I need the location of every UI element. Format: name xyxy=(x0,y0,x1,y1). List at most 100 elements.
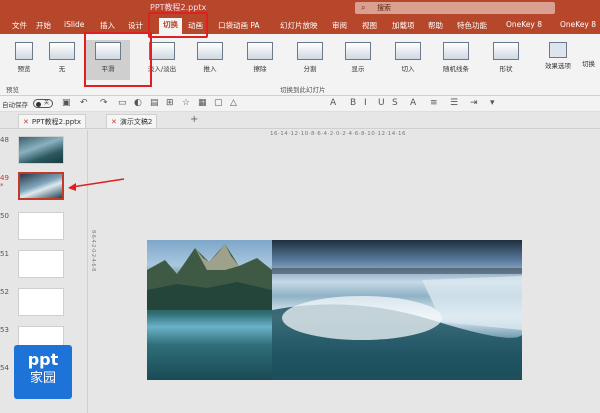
transition-button[interactable]: 无 xyxy=(40,40,84,80)
shapes-icon[interactable]: △ xyxy=(230,98,237,108)
transition-button[interactable]: 切入 xyxy=(386,40,430,80)
autosave-toggle[interactable] xyxy=(33,99,53,108)
transition-icon xyxy=(493,42,519,60)
transition-button[interactable]: 随机线条 xyxy=(434,40,478,80)
align-icon[interactable]: ≡ xyxy=(430,98,438,108)
menu-tab[interactable]: 审阅 xyxy=(332,20,347,34)
preview-group-label: 预览 xyxy=(6,86,19,94)
more-icon[interactable]: ▾ xyxy=(490,98,495,108)
autosave-state: 关 xyxy=(44,100,50,106)
menu-tab[interactable]: OneKey 8 xyxy=(560,20,596,34)
menu-tab[interactable]: 开始 xyxy=(36,20,51,34)
transition-group-label: 切换到此幻灯片 xyxy=(280,86,326,94)
vertical-ruler: 8·6·4·2·0·2·4·6·8 xyxy=(90,230,96,272)
transition-label: 切入 xyxy=(401,65,415,73)
font-size-icon[interactable]: A xyxy=(330,98,336,108)
color-icon[interactable]: ◐ xyxy=(134,98,142,108)
bold-icon[interactable]: B xyxy=(350,98,356,108)
transition-label: 显示 xyxy=(351,65,365,73)
tab-doc1[interactable]: ✕ PPT教程2.pptx xyxy=(18,114,87,128)
transition-label: 无 xyxy=(58,65,66,73)
menu-tab[interactable]: 视图 xyxy=(362,20,377,34)
horizontal-ruler: 16·14·12·10·8·6·4·2·0·2·4·6·8·10·12·14·1… xyxy=(270,131,406,137)
slide-number: 52 xyxy=(0,288,9,296)
transition-icon xyxy=(395,42,421,60)
search-input[interactable]: ⌕ 搜索 xyxy=(355,2,555,14)
mountain-peaks xyxy=(147,244,272,310)
transition-label: 随机线条 xyxy=(443,65,469,73)
transition-icon xyxy=(197,42,223,60)
menu-tab[interactable]: 幻灯片放映 xyxy=(280,20,318,34)
search-icon: ⌕ xyxy=(361,3,366,12)
slide-thumbnail-48[interactable] xyxy=(18,136,64,164)
slide-number: 54 xyxy=(0,364,9,372)
italic-icon[interactable]: I xyxy=(364,98,367,108)
slide-thumbnail-50[interactable] xyxy=(18,212,64,240)
transition-label: 推入 xyxy=(203,65,217,73)
transition-button[interactable]: 显示 xyxy=(336,40,380,80)
transition-button[interactable]: 分割 xyxy=(288,40,332,80)
font-color-icon[interactable]: A xyxy=(410,98,416,108)
smooth-highlight-box xyxy=(84,32,152,87)
slide-number: 53 xyxy=(0,326,9,334)
transition-button[interactable]: 推入 xyxy=(188,40,232,80)
transition-marker: * xyxy=(0,182,4,190)
slide-thumbnail-49[interactable] xyxy=(18,172,64,200)
menu-tab[interactable]: 帮助 xyxy=(428,20,443,34)
transition-button[interactable]: 擦除 xyxy=(238,40,282,80)
slide-thumbnail-51[interactable] xyxy=(18,250,64,278)
transition-icon xyxy=(49,42,75,60)
save-icon[interactable]: ▣ xyxy=(62,98,71,108)
close-icon[interactable]: ✕ xyxy=(111,118,117,126)
transition-label: 擦除 xyxy=(253,65,267,73)
slide-number: 50 xyxy=(0,212,9,220)
annotation-arrow xyxy=(68,178,125,191)
preview-icon xyxy=(15,42,33,60)
picture-icon[interactable]: ▦ xyxy=(198,98,207,108)
tab-doc2[interactable]: ✕ 演示文稿2 xyxy=(106,114,158,128)
quick-access-toolbar: 自动保存 关 ▣ ↶ ↷ ▭ ◐ ▤ ⊞ ☆ ▦ ▢ △ A B I U S A… xyxy=(0,96,600,112)
document-tabs: ✕ PPT教程2.pptx ✕ 演示文稿2 + xyxy=(0,113,600,129)
underline-icon[interactable]: U xyxy=(378,98,385,108)
layout-icon[interactable]: ⊞ xyxy=(166,98,174,108)
transition-icon xyxy=(345,42,371,60)
frame-icon[interactable]: ▢ xyxy=(214,98,223,108)
effect-options-button[interactable]: 效果选项 xyxy=(540,40,576,70)
redo-icon[interactable]: ↷ xyxy=(100,98,108,108)
present-icon[interactable]: ▭ xyxy=(118,98,127,108)
strike-icon[interactable]: S xyxy=(392,98,398,108)
ppt-home-logo: ppt 家园 xyxy=(14,345,72,399)
transition-icon xyxy=(149,42,175,60)
indent-icon[interactable]: ⇥ xyxy=(470,98,478,108)
effect-options-label: 效果选项 xyxy=(545,62,571,70)
extra-group-label: 切换 xyxy=(582,60,595,68)
close-icon[interactable]: ✕ xyxy=(23,118,29,126)
text-box-icon[interactable]: ▤ xyxy=(150,98,159,108)
title-bar: PPT教程2.pptx ⌕ 搜索 文件 开始 iSlide 插入 设计 切换 动画 口袋动画 … xyxy=(0,0,600,34)
menu-tab[interactable]: 特色功能 xyxy=(457,20,487,34)
menu-tab[interactable]: OneKey 8 xyxy=(506,20,542,34)
menu-tab[interactable]: 文件 xyxy=(12,20,27,34)
add-tab-icon[interactable]: + xyxy=(190,114,198,125)
tab-doc1-label: PPT教程2.pptx xyxy=(31,118,82,126)
menu-tab[interactable]: iSlide xyxy=(64,20,84,34)
tab-highlight-box xyxy=(148,12,208,38)
autosave-label: 自动保存 xyxy=(2,101,28,109)
menu-tab[interactable]: 加载项 xyxy=(392,20,415,34)
menu-tab[interactable]: 口袋动画 PA xyxy=(218,20,260,34)
transition-icon xyxy=(297,42,323,60)
waterfall-detail xyxy=(272,268,522,380)
transition-button[interactable]: 形状 xyxy=(484,40,528,80)
undo-icon[interactable]: ↶ xyxy=(80,98,88,108)
slide-number: 51 xyxy=(0,250,9,258)
effect-options-icon xyxy=(549,42,567,58)
transition-label: 形状 xyxy=(499,65,513,73)
slide-thumbnail-52[interactable] xyxy=(18,288,64,316)
star-icon[interactable]: ☆ xyxy=(182,98,190,108)
transition-label: 分割 xyxy=(303,65,317,73)
tab-doc2-label: 演示文稿2 xyxy=(119,118,153,126)
slide-number: 48 xyxy=(0,136,9,144)
logo-line2: 家园 xyxy=(29,371,56,386)
slide-canvas[interactable] xyxy=(147,240,522,380)
list-icon[interactable]: ☰ xyxy=(450,98,458,108)
